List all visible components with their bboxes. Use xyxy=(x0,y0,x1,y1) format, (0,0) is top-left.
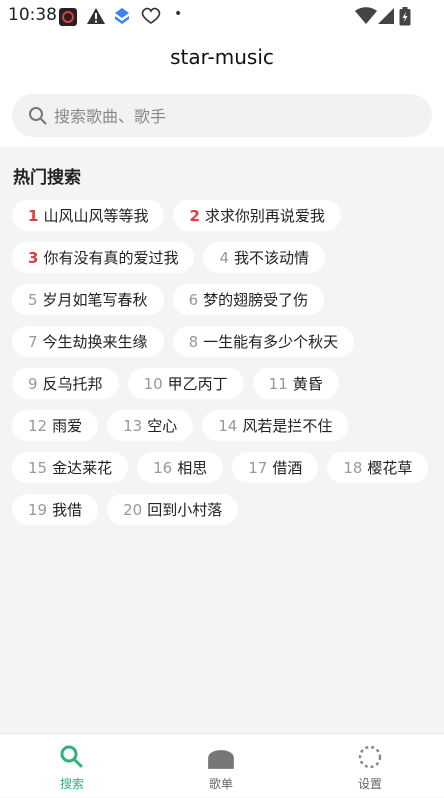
hot-search-tag[interactable]: 4 我不该动情 xyxy=(203,242,326,273)
search-bar xyxy=(0,84,444,147)
tag-label: 我借 xyxy=(52,501,83,519)
hot-search-tag[interactable]: 11 黄昏 xyxy=(252,368,339,399)
search-icon xyxy=(60,745,83,768)
playlist-icon xyxy=(208,750,234,769)
more-dot-icon: • xyxy=(174,6,183,22)
tag-label: 甲乙丙丁 xyxy=(167,375,228,393)
tag-rank: 10 xyxy=(143,374,163,393)
hot-search-tag[interactable]: 2 求求你别再说爱我 xyxy=(173,200,341,231)
tag-label: 雨爱 xyxy=(52,417,83,435)
hot-search-tag[interactable]: 15 金达莱花 xyxy=(12,452,129,483)
tag-rank: 6 xyxy=(188,290,199,309)
tag-rank: 19 xyxy=(28,500,48,519)
tag-rank: 4 xyxy=(219,248,229,267)
search-box[interactable] xyxy=(12,94,432,139)
settings-icon xyxy=(358,745,382,769)
hot-search-tag[interactable]: 10 甲乙丙丁 xyxy=(127,368,244,399)
search-input[interactable] xyxy=(52,94,416,139)
tab-playlist[interactable]: 歌单 xyxy=(171,734,271,798)
tab-label: 歌单 xyxy=(208,777,233,791)
wifi-icon xyxy=(355,7,377,24)
hot-search-tag[interactable]: 20 回到小村落 xyxy=(107,494,239,525)
hot-search-tag[interactable]: 13 空心 xyxy=(107,410,194,441)
hot-search-tag[interactable]: 6 梦的翅膀受了伤 xyxy=(172,284,325,315)
hot-search-tag[interactable]: 14 风若是拦不住 xyxy=(202,410,349,441)
tag-label: 今生劫换来生缘 xyxy=(42,333,148,351)
tag-label: 金达莱花 xyxy=(52,459,113,477)
tag-rank: 18 xyxy=(343,458,363,477)
tag-rank: 13 xyxy=(123,416,143,435)
hot-search-tag[interactable]: 19 我借 xyxy=(12,494,99,525)
tag-rank: 5 xyxy=(28,290,38,309)
battery-icon xyxy=(399,7,411,26)
warning-icon xyxy=(87,8,105,24)
hot-search-tag[interactable]: 3 你有没有真的爱过我 xyxy=(12,242,195,273)
search-icon xyxy=(29,107,47,125)
app-title: star-music xyxy=(170,45,274,69)
tag-label: 反乌托邦 xyxy=(42,375,103,393)
tag-label: 樱花草 xyxy=(367,459,413,477)
tag-label: 黄昏 xyxy=(292,375,323,393)
bottom-tab-bar: 搜索 歌单 设置 xyxy=(0,733,444,797)
hot-search-tag[interactable]: 18 樱花草 xyxy=(327,452,429,483)
hot-search-tag[interactable]: 5 岁月如笔写春秋 xyxy=(12,284,164,315)
app-header: star-music xyxy=(0,32,444,84)
tag-label: 岁月如笔写春秋 xyxy=(42,291,148,309)
tag-rank: 7 xyxy=(28,332,38,351)
tag-rank: 2 xyxy=(189,206,200,225)
layers-icon xyxy=(115,8,129,24)
tab-search[interactable]: 搜索 xyxy=(22,734,122,798)
hot-search-tag[interactable]: 16 相思 xyxy=(137,452,224,483)
tab-label: 设置 xyxy=(357,777,382,791)
tag-rank: 3 xyxy=(28,248,39,267)
tag-rank: 11 xyxy=(268,374,288,393)
tag-rank: 8 xyxy=(188,332,199,351)
tag-rank: 1 xyxy=(28,206,39,225)
heart-icon xyxy=(141,7,161,24)
hot-search-tag[interactable]: 9 反乌托邦 xyxy=(12,368,119,399)
tag-label: 风若是拦不住 xyxy=(242,417,333,435)
hot-search-tag[interactable]: 1 山风山风等等我 xyxy=(12,200,165,231)
signal-icon xyxy=(378,8,394,24)
tag-label: 借酒 xyxy=(272,459,303,477)
hot-search-tag[interactable]: 7 今生劫换来生缘 xyxy=(12,326,164,357)
tag-label: 空心 xyxy=(147,417,178,435)
tag-label: 你有没有真的爱过我 xyxy=(43,249,179,267)
tag-label: 山风山风等等我 xyxy=(43,207,149,225)
hot-search-tag[interactable]: 17 借酒 xyxy=(232,452,319,483)
tag-rank: 14 xyxy=(218,416,238,435)
tag-rank: 16 xyxy=(153,458,173,477)
tag-rank: 15 xyxy=(28,458,48,477)
hot-search-title: 热门搜索 xyxy=(13,168,81,188)
hot-search-tag[interactable]: 12 雨爱 xyxy=(12,410,99,441)
tab-label: 搜索 xyxy=(59,777,84,791)
tag-label: 我不该动情 xyxy=(234,249,310,267)
tag-label: 回到小村落 xyxy=(147,501,223,519)
tag-label: 相思 xyxy=(177,459,208,477)
status-time: 10:38 xyxy=(8,5,57,25)
app-notification-icon xyxy=(59,8,77,26)
tag-rank: 20 xyxy=(123,500,143,519)
tag-rank: 17 xyxy=(248,458,268,477)
tag-label: 梦的翅膀受了伤 xyxy=(203,291,309,309)
tag-label: 一生能有多少个秋天 xyxy=(203,333,339,351)
hot-search-list: 1 山风山风等等我 2 求求你别再说爱我 3 你有没有真的爱过我 4 我不该动情 5 岁月… xyxy=(12,200,432,525)
hot-search-tag[interactable]: 8 一生能有多少个秋天 xyxy=(172,326,355,357)
status-bar: 10:38 • xyxy=(0,0,444,32)
tab-settings[interactable]: 设置 xyxy=(320,734,420,798)
tag-label: 求求你别再说爱我 xyxy=(204,207,325,225)
tag-rank: 12 xyxy=(28,416,48,435)
tag-rank: 9 xyxy=(28,374,38,393)
